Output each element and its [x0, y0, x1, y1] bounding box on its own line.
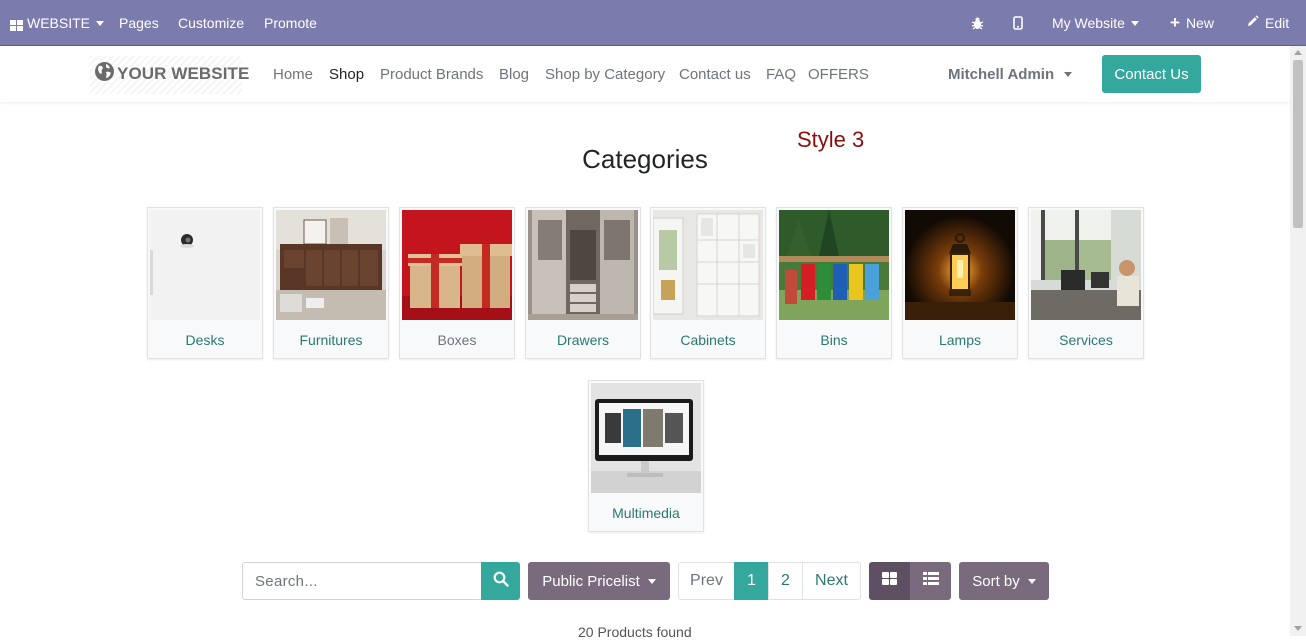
- grid-icon: [882, 572, 897, 590]
- bins-image: [779, 210, 889, 320]
- pricelist-label: Public Pricelist: [542, 572, 640, 590]
- nav-product-brands[interactable]: Product Brands: [380, 66, 483, 83]
- category-card-services[interactable]: Services: [1028, 207, 1144, 359]
- nav-shop[interactable]: Shop: [329, 66, 364, 83]
- sort-by-dropdown[interactable]: Sort by: [959, 562, 1049, 600]
- menu-pages[interactable]: Pages: [119, 0, 159, 46]
- scroll-down-icon[interactable]: [1294, 626, 1302, 631]
- user-name: Mitchell Admin: [948, 66, 1055, 83]
- list-view-button[interactable]: [910, 562, 951, 600]
- sort-by-label: Sort by: [972, 572, 1020, 590]
- plus-icon: +: [1170, 13, 1180, 32]
- category-label: Cabinets: [680, 332, 736, 348]
- pager-page-1[interactable]: 1: [734, 562, 769, 600]
- chevron-down-icon: [1130, 20, 1139, 26]
- category-card-boxes[interactable]: Boxes: [399, 207, 515, 359]
- website-app-menu[interactable]: WEBSITE: [10, 0, 105, 46]
- category-label: Boxes: [437, 332, 477, 348]
- chevron-down-icon: [1027, 578, 1036, 584]
- contact-us-button[interactable]: Contact Us: [1102, 55, 1201, 93]
- globe-icon: [94, 61, 115, 87]
- apps-grid-icon: [10, 18, 23, 31]
- products-found-count: 20 Products found: [578, 624, 692, 640]
- nav-home[interactable]: Home: [273, 66, 313, 83]
- boxes-image: [402, 210, 512, 320]
- category-card-desks[interactable]: Desks: [147, 207, 263, 359]
- pager-prev[interactable]: Prev: [678, 562, 735, 600]
- category-label: Services: [1059, 332, 1113, 348]
- chevron-down-icon: [647, 578, 656, 584]
- category-label: Bins: [820, 332, 848, 348]
- category-label: Lamps: [938, 332, 982, 348]
- edit-button[interactable]: Edit: [1246, 0, 1289, 46]
- edit-label: Edit: [1265, 15, 1290, 31]
- nav-contact-us[interactable]: Contact us: [679, 66, 751, 83]
- user-menu[interactable]: Mitchell Admin: [948, 66, 1073, 83]
- drawers-image: [528, 210, 638, 320]
- category-card-furnitures[interactable]: Furnitures: [273, 207, 389, 359]
- website-app-label: WEBSITE: [27, 15, 91, 31]
- scrollbar-thumb[interactable]: [1293, 60, 1303, 228]
- page-title: Categories: [582, 144, 708, 174]
- search-button[interactable]: [481, 562, 520, 600]
- grid-view-button[interactable]: [869, 562, 910, 600]
- search-input[interactable]: Search...: [242, 562, 481, 600]
- lamps-image: [905, 210, 1015, 320]
- category-label: Desks: [185, 332, 225, 348]
- multimedia-image: [591, 383, 701, 493]
- desks-image: [150, 210, 260, 320]
- site-logo[interactable]: YOUR WEBSITE: [94, 61, 250, 87]
- category-label: Drawers: [556, 332, 610, 348]
- category-card-multimedia[interactable]: Multimedia: [588, 380, 704, 532]
- site-header: YOUR WEBSITE Home Shop Product Brands Bl…: [0, 46, 1290, 102]
- furnitures-image: [276, 210, 386, 320]
- scroll-up-icon[interactable]: [1294, 50, 1302, 55]
- nav-faq[interactable]: FAQ: [766, 66, 796, 83]
- pager-next[interactable]: Next: [802, 562, 861, 600]
- category-card-bins[interactable]: Bins: [776, 207, 892, 359]
- pencil-icon: [1246, 15, 1259, 31]
- list-icon: [922, 572, 939, 590]
- search-icon: [493, 571, 509, 592]
- page-scrollbar[interactable]: [1290, 46, 1306, 636]
- category-card-cabinets[interactable]: Cabinets: [650, 207, 766, 359]
- site-selector-label: My Website: [1052, 15, 1125, 31]
- category-label: Furnitures: [299, 332, 363, 348]
- logo-text: YOUR WEBSITE: [117, 64, 250, 83]
- debug-bug-icon[interactable]: [971, 0, 984, 46]
- search-placeholder: Search...: [255, 572, 318, 590]
- mobile-preview-icon[interactable]: [1013, 0, 1023, 46]
- pricelist-dropdown[interactable]: Public Pricelist: [528, 562, 670, 600]
- new-label: New: [1185, 15, 1214, 31]
- site-selector[interactable]: My Website: [1052, 0, 1139, 46]
- menu-promote[interactable]: Promote: [264, 0, 317, 46]
- menu-customize[interactable]: Customize: [178, 0, 244, 46]
- pager-page-2[interactable]: 2: [768, 562, 803, 600]
- category-card-lamps[interactable]: Lamps: [902, 207, 1018, 359]
- chevron-down-icon: [96, 20, 105, 26]
- services-image: [1031, 210, 1141, 320]
- category-card-drawers[interactable]: Drawers: [525, 207, 641, 359]
- category-label: Multimedia: [612, 505, 680, 521]
- nav-offers[interactable]: OFFERS: [808, 66, 869, 83]
- cabinets-image: [653, 210, 763, 320]
- nav-shop-by-category[interactable]: Shop by Category: [545, 66, 665, 83]
- new-button[interactable]: + New: [1170, 0, 1214, 46]
- admin-bar: WEBSITE Pages Customize Promote My Websi…: [0, 0, 1306, 46]
- chevron-down-icon: [1064, 72, 1073, 77]
- nav-blog[interactable]: Blog: [499, 66, 529, 83]
